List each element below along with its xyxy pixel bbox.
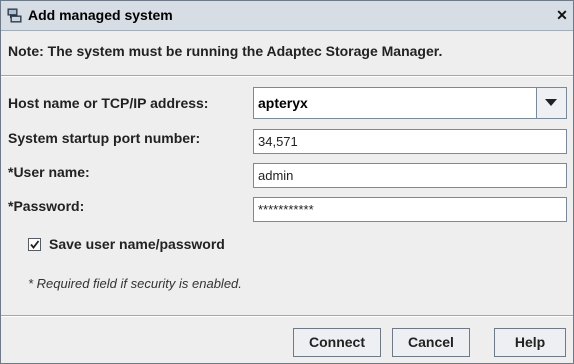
add-managed-system-dialog: Add managed system ✕ Note: The system mu… <box>0 0 574 364</box>
help-button[interactable]: Help <box>494 328 566 357</box>
host-label: Host name or TCP/IP address: <box>8 95 209 111</box>
title-bar[interactable]: Add managed system ✕ <box>1 1 573 31</box>
save-credentials-checkbox[interactable] <box>28 238 41 251</box>
host-value: apteryx <box>258 95 308 111</box>
cancel-button[interactable]: Cancel <box>392 328 470 357</box>
app-icon <box>7 8 22 23</box>
host-combobox[interactable]: apteryx <box>253 87 567 119</box>
window-title: Add managed system <box>28 7 173 23</box>
username-field[interactable]: admin <box>253 163 567 188</box>
checkmark-icon <box>30 240 40 249</box>
requirement-note: Note: The system must be running the Ada… <box>8 43 443 59</box>
port-label: System startup port number: <box>8 130 201 146</box>
password-label: *Password: <box>8 198 85 214</box>
connect-button[interactable]: Connect <box>293 328 381 357</box>
divider-bottom <box>1 315 573 317</box>
chevron-down-icon <box>545 99 557 106</box>
password-field[interactable]: *********** <box>253 197 567 222</box>
save-credentials-label[interactable]: Save user name/password <box>49 236 225 252</box>
port-field[interactable]: 34,571 <box>253 129 567 154</box>
close-icon[interactable]: ✕ <box>555 8 569 22</box>
divider-top <box>1 75 573 77</box>
host-dropdown-button[interactable] <box>536 88 566 118</box>
username-label: *User name: <box>8 164 90 180</box>
required-field-hint: * Required field if security is enabled. <box>28 276 242 291</box>
